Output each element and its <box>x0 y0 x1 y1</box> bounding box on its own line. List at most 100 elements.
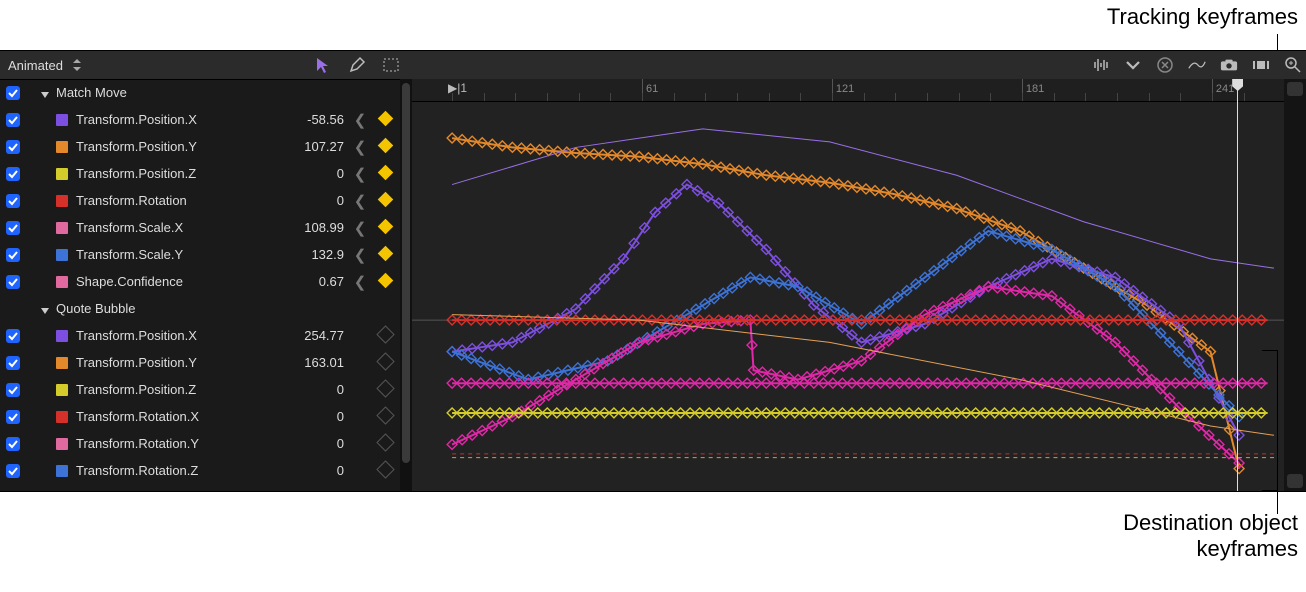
scrollbar-thumb[interactable] <box>402 83 410 463</box>
enable-checkbox[interactable] <box>6 464 20 478</box>
color-swatch <box>56 438 68 450</box>
keyframe-diamond[interactable] <box>370 220 400 235</box>
prev-keyframe-icon[interactable]: ❮ <box>350 165 370 183</box>
enable-checkbox[interactable] <box>6 248 20 262</box>
parameter-name: Shape.Confidence <box>76 274 183 289</box>
enable-checkbox[interactable] <box>6 113 20 127</box>
parameter-row[interactable]: Transform.Position.Z0❮ <box>0 160 400 187</box>
parameter-value[interactable]: 132.9 <box>288 247 344 262</box>
color-swatch <box>56 357 68 369</box>
group-header[interactable]: Quote Bubble <box>0 295 400 322</box>
parameter-value[interactable]: 0 <box>288 436 344 451</box>
enable-checkbox[interactable] <box>6 410 20 424</box>
parameter-row[interactable]: Transform.Position.X 254.77 <box>0 322 400 349</box>
parameter-value[interactable]: 163.01 <box>288 355 344 370</box>
parameter-row[interactable]: Transform.Scale.X108.99❮ <box>0 214 400 241</box>
keyframe-diamond[interactable] <box>370 328 400 344</box>
disclosure-triangle-icon[interactable] <box>40 88 50 98</box>
prev-keyframe-icon[interactable]: ❮ <box>350 192 370 210</box>
parameter-row[interactable]: Transform.Scale.Y 132.9 ❮ <box>0 241 400 268</box>
parameter-row[interactable]: Shape.Confidence 0.67 ❮ <box>0 268 400 295</box>
disclosure-triangle-icon[interactable] <box>40 304 50 314</box>
updown-icon <box>73 59 83 71</box>
keyframe-diamond[interactable] <box>370 382 400 398</box>
audio-waveform-icon[interactable] <box>1092 56 1110 74</box>
keyframe-diamond[interactable] <box>370 193 400 208</box>
parameter-name: Transform.Rotation <box>76 193 187 208</box>
filter-label: Animated <box>8 58 63 73</box>
keyframe-editor-panel: Animated <box>0 50 1306 492</box>
pencil-tool-icon[interactable] <box>348 56 366 74</box>
parameter-row[interactable]: Transform.Position.X -58.56 ❮ <box>0 106 400 133</box>
enable-checkbox[interactable] <box>6 356 20 370</box>
parameter-value[interactable]: 108.99 <box>288 220 344 235</box>
keyframe-diamond[interactable] <box>370 274 400 289</box>
enable-checkbox[interactable] <box>6 383 20 397</box>
parameter-row[interactable]: Transform.Rotation.Y0 <box>0 430 400 457</box>
parameter-value[interactable]: 0 <box>288 166 344 181</box>
enable-checkbox[interactable] <box>6 221 20 235</box>
parameter-name: Transform.Position.X <box>76 328 197 343</box>
prev-keyframe-icon[interactable]: ❮ <box>350 138 370 156</box>
parameter-value[interactable]: 0 <box>288 193 344 208</box>
enable-checkbox[interactable] <box>6 194 20 208</box>
parameter-name: Transform.Position.Y <box>76 355 197 370</box>
prev-keyframe-icon[interactable]: ❮ <box>350 246 370 264</box>
enable-checkbox[interactable] <box>6 275 20 289</box>
prev-keyframe-icon[interactable]: ❮ <box>350 219 370 237</box>
enable-checkbox[interactable] <box>6 86 20 100</box>
parameter-value[interactable]: 0.67 <box>288 274 344 289</box>
parameter-value[interactable]: 0 <box>288 382 344 397</box>
graph-area[interactable]: ▶|1 61121181241 <box>412 79 1306 491</box>
camera-icon[interactable] <box>1220 56 1238 74</box>
group-header[interactable]: Match Move <box>0 79 400 106</box>
color-swatch <box>56 222 68 234</box>
enable-checkbox[interactable] <box>6 329 20 343</box>
parameter-value[interactable]: 107.27 <box>288 139 344 154</box>
prev-keyframe-icon[interactable]: ❮ <box>350 273 370 291</box>
parameter-name: Transform.Position.X <box>76 112 197 127</box>
parameter-row[interactable]: Transform.Position.Z 0 <box>0 376 400 403</box>
keyframe-diamond[interactable] <box>370 409 400 425</box>
parameter-row[interactable]: Transform.Rotation 0 ❮ <box>0 187 400 214</box>
parameter-value[interactable]: -58.56 <box>288 112 344 127</box>
keyframe-diamond[interactable] <box>370 112 400 127</box>
list-scrollbar[interactable] <box>400 79 412 491</box>
enable-checkbox[interactable] <box>6 140 20 154</box>
keyframe-diamond[interactable] <box>370 463 400 479</box>
time-ruler[interactable]: ▶|1 61121181241 <box>412 79 1284 102</box>
zoom-icon[interactable] <box>1284 56 1302 74</box>
playhead[interactable] <box>1237 79 1238 491</box>
color-swatch <box>56 249 68 261</box>
parameter-value[interactable]: 0 <box>288 463 344 478</box>
prev-keyframe-icon[interactable]: ❮ <box>350 111 370 129</box>
enable-checkbox[interactable] <box>6 437 20 451</box>
parameter-name: Transform.Position.Z <box>76 382 196 397</box>
curve-canvas[interactable] <box>412 101 1284 491</box>
arrow-tool-icon[interactable] <box>314 56 332 74</box>
parameter-row[interactable]: Transform.Position.Y107.27❮ <box>0 133 400 160</box>
parameter-value[interactable]: 254.77 <box>288 328 344 343</box>
keyframe-diamond[interactable] <box>370 139 400 154</box>
enable-checkbox[interactable] <box>6 167 20 181</box>
parameter-name: Transform.Scale.Y <box>76 247 183 262</box>
parameter-value[interactable]: 0 <box>288 409 344 424</box>
filter-dropdown[interactable]: Animated <box>8 58 83 73</box>
marquee-tool-icon[interactable] <box>382 56 400 74</box>
graph-vertical-scrollbar[interactable] <box>1284 79 1306 491</box>
parameter-name: Transform.Rotation.X <box>76 409 199 424</box>
in-point-marker[interactable]: ▶|1 <box>448 81 467 95</box>
dropdown-chevron-icon[interactable] <box>1124 56 1142 74</box>
scrollbar-end-top[interactable] <box>1287 82 1303 96</box>
keyframe-diamond[interactable] <box>370 436 400 452</box>
keyframe-diamond[interactable] <box>370 355 400 371</box>
clear-icon[interactable] <box>1156 56 1174 74</box>
parameter-row[interactable]: Transform.Rotation.Z0 <box>0 457 400 484</box>
keyframe-diamond[interactable] <box>370 166 400 181</box>
keyframe-diamond[interactable] <box>370 247 400 262</box>
parameter-row[interactable]: Transform.Rotation.X 0 <box>0 403 400 430</box>
fit-icon[interactable] <box>1252 56 1270 74</box>
curve-snapshot-icon[interactable] <box>1188 56 1206 74</box>
scrollbar-end-bottom[interactable] <box>1287 474 1303 488</box>
parameter-row[interactable]: Transform.Position.Y 163.01 <box>0 349 400 376</box>
